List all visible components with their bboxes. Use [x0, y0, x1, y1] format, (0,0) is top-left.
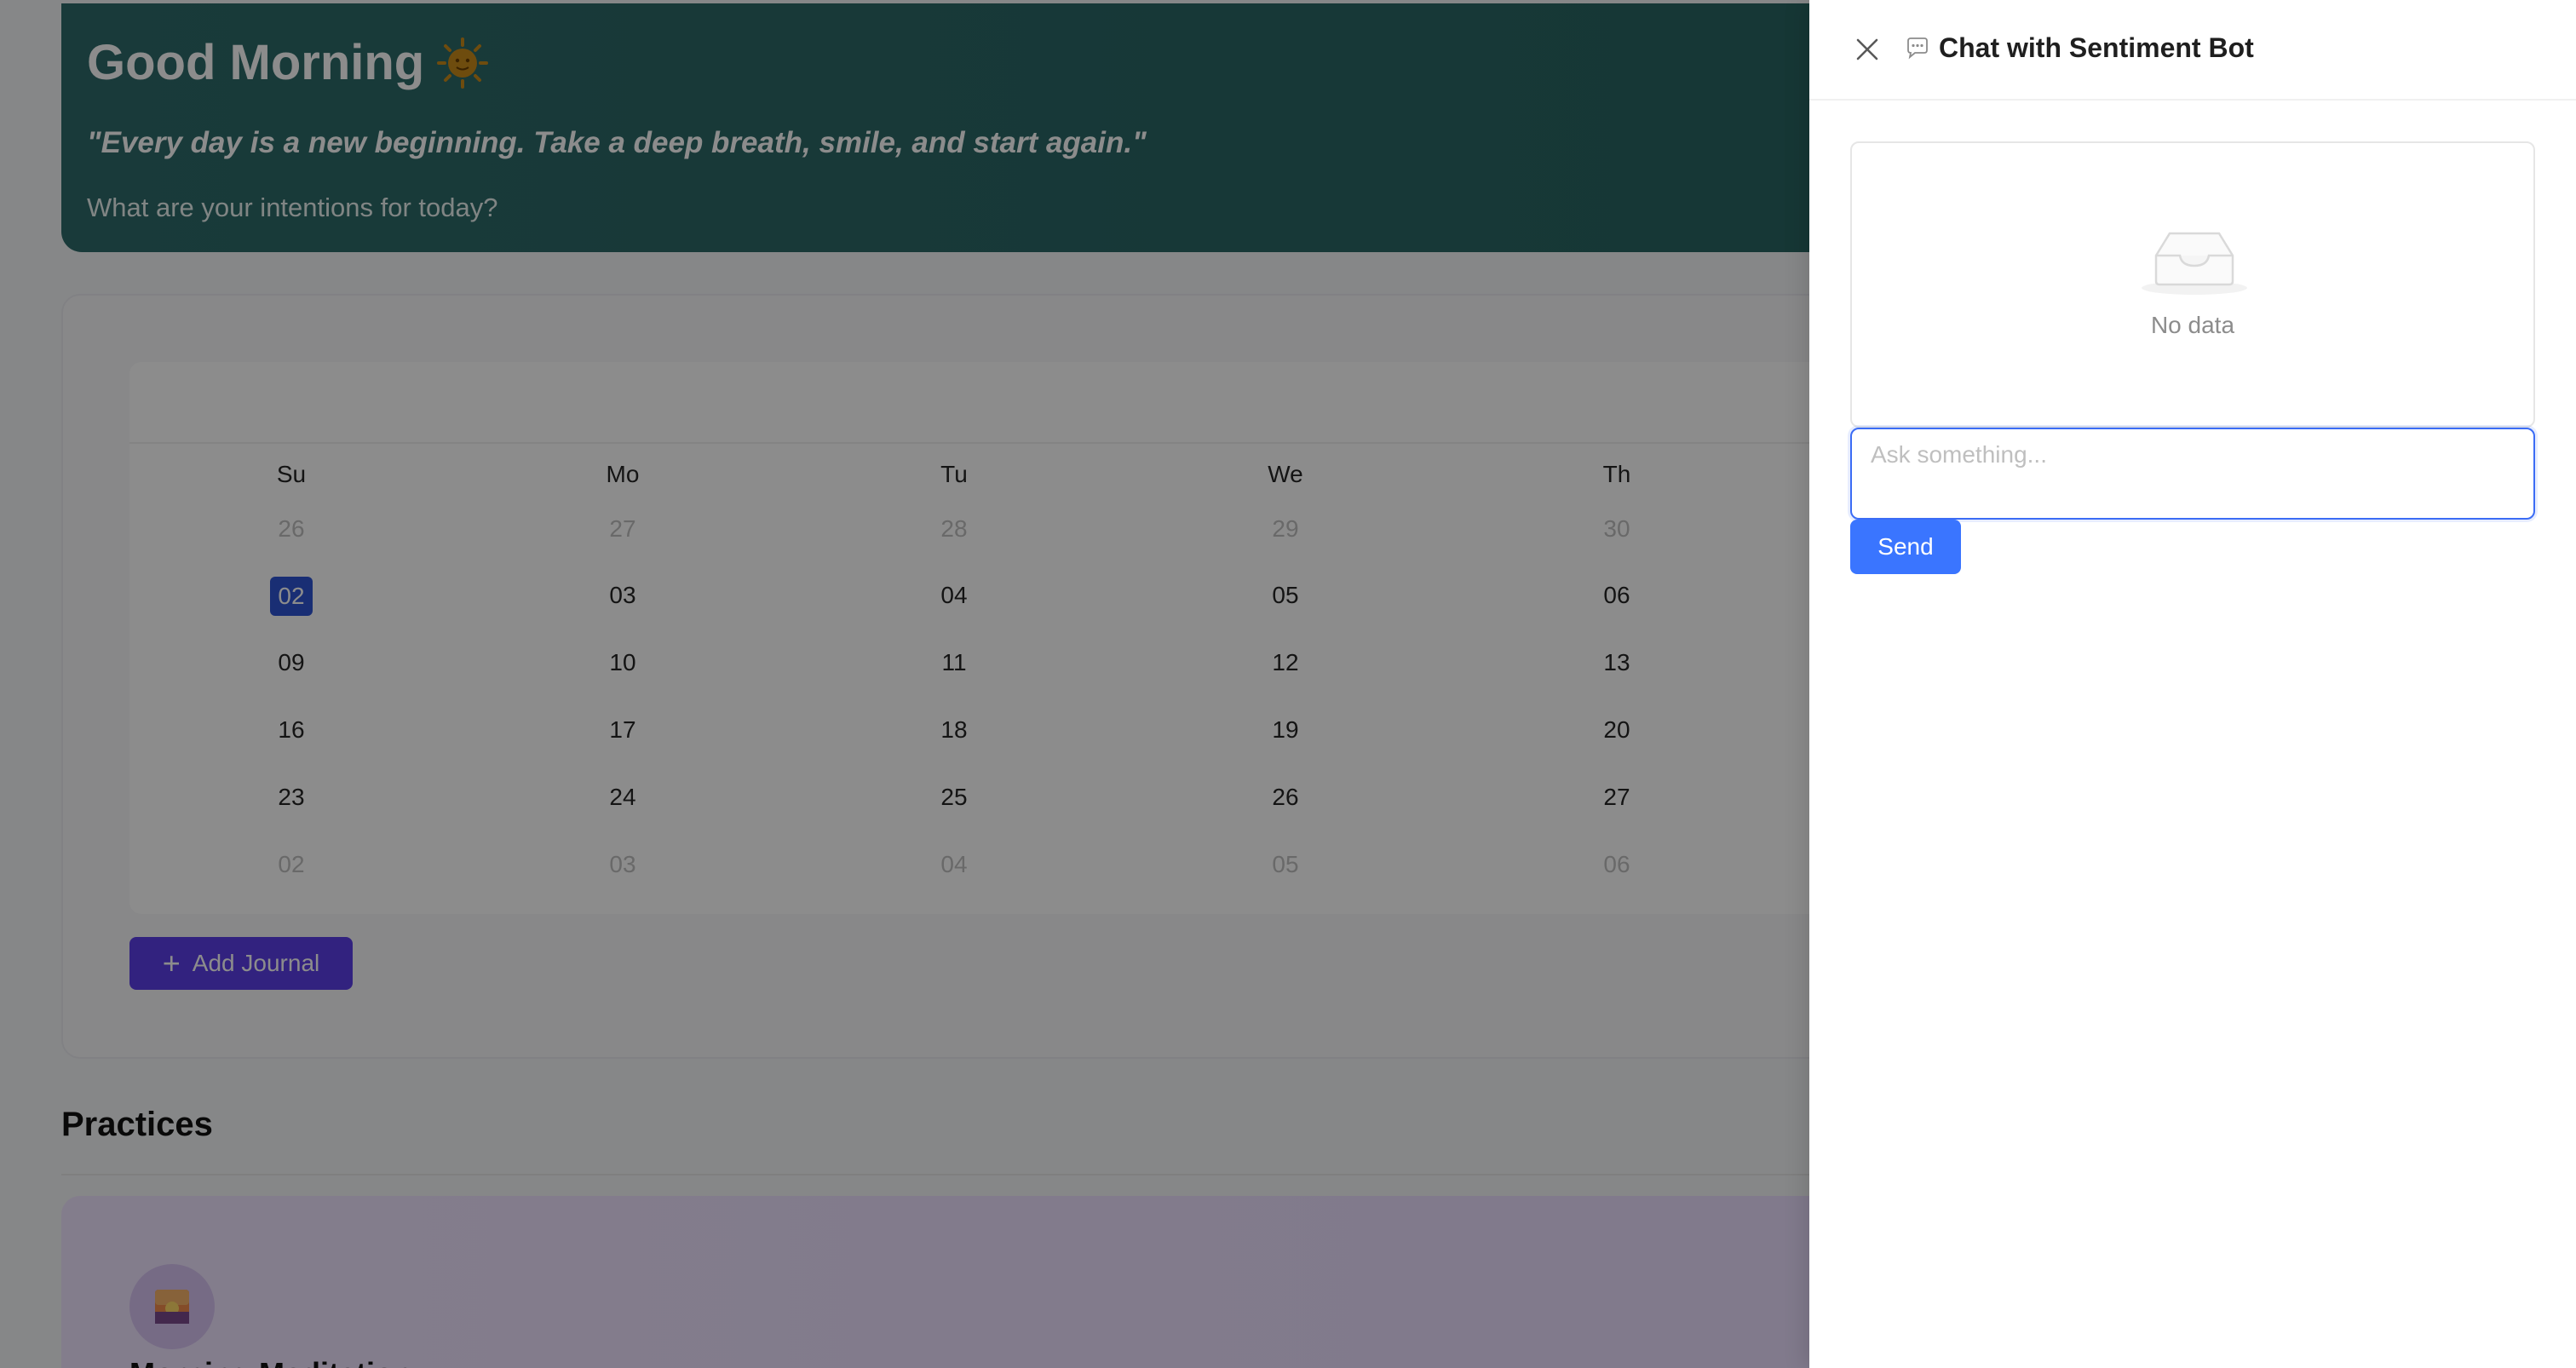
drawer-header: Chat with Sentiment Bot	[1809, 0, 2576, 101]
app-root: Good Morning "Every day is a new beginni…	[0, 0, 2576, 1368]
ask-input[interactable]	[1850, 428, 2535, 520]
drawer-title-text: Chat with Sentiment Bot	[1939, 32, 2254, 63]
empty-inbox-icon	[2142, 232, 2247, 295]
close-button[interactable]	[1850, 32, 1884, 66]
close-icon	[1856, 38, 1878, 60]
message-list: No data	[1850, 141, 2535, 428]
drawer-title: Chat with Sentiment Bot	[1905, 32, 2254, 64]
send-button[interactable]: Send	[1850, 520, 1961, 574]
chat-drawer: Chat with Sentiment Bot No data Send	[1809, 0, 2576, 1368]
speech-bubble-icon	[1907, 37, 1928, 59]
empty-state-text: No data	[2150, 312, 2235, 338]
